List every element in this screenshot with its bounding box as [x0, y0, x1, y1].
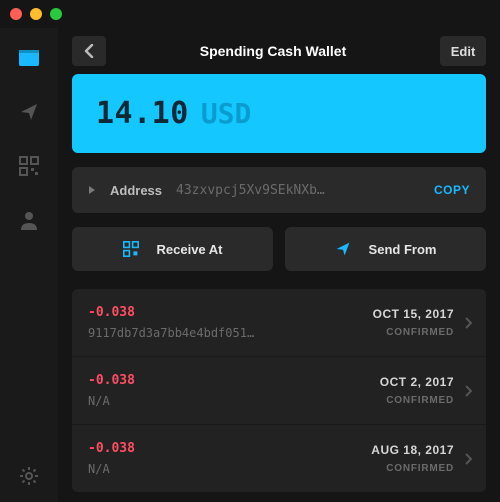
transaction-row[interactable]: -0.038 N/A OCT 2, 2017 CONFIRMED: [72, 357, 486, 425]
disclosure-icon: [88, 185, 96, 195]
window-close-button[interactable]: [10, 8, 22, 20]
sidebar-item-settings[interactable]: [17, 464, 41, 488]
tx-date: OCT 15, 2017: [373, 307, 454, 321]
tx-status: CONFIRMED: [380, 395, 454, 406]
sidebar: [0, 28, 58, 502]
back-button[interactable]: [72, 36, 106, 66]
window-minimize-button[interactable]: [30, 8, 42, 20]
receive-button[interactable]: Receive At: [72, 227, 273, 271]
chevron-right-icon: [464, 453, 472, 465]
address-row[interactable]: Address 43zxvpcj5Xv9SEkNXb… COPY: [72, 167, 486, 213]
balance-currency: USD: [201, 97, 252, 130]
transaction-list: -0.038 9117db7d3a7bb4e4bdf051… OCT 15, 2…: [72, 289, 486, 492]
chevron-right-icon: [464, 317, 472, 329]
tx-hash: N/A: [88, 462, 361, 476]
send-icon: [19, 102, 39, 122]
page-title: Spending Cash Wallet: [116, 43, 430, 59]
qr-icon: [123, 241, 139, 257]
edit-button[interactable]: Edit: [440, 36, 486, 66]
wallet-icon: [18, 49, 40, 67]
tx-status: CONFIRMED: [373, 327, 454, 338]
tx-date: OCT 2, 2017: [380, 375, 454, 389]
address-value: 43zxvpcj5Xv9SEkNXb…: [176, 183, 420, 198]
sidebar-item-send[interactable]: [17, 100, 41, 124]
window-titlebar: [0, 0, 500, 28]
sidebar-item-wallet[interactable]: [17, 46, 41, 70]
sidebar-item-qr[interactable]: [17, 154, 41, 178]
send-icon: [335, 241, 351, 257]
send-label: Send From: [369, 242, 437, 257]
gear-icon: [19, 466, 39, 486]
chevron-right-icon: [464, 385, 472, 397]
receive-label: Receive At: [157, 242, 223, 257]
balance-card: 14.10 USD: [72, 74, 486, 153]
copy-button[interactable]: COPY: [434, 183, 470, 197]
transaction-row[interactable]: -0.038 N/A AUG 18, 2017 CONFIRMED: [72, 425, 486, 492]
balance-amount: 14.10: [96, 96, 189, 131]
tx-hash: N/A: [88, 394, 370, 408]
window-fullscreen-button[interactable]: [50, 8, 62, 20]
tx-amount: -0.038: [88, 441, 361, 456]
transaction-row[interactable]: -0.038 9117db7d3a7bb4e4bdf051… OCT 15, 2…: [72, 289, 486, 357]
sidebar-item-contacts[interactable]: [17, 208, 41, 232]
address-label: Address: [110, 183, 162, 198]
tx-status: CONFIRMED: [371, 463, 454, 474]
user-icon: [19, 210, 39, 230]
chevron-left-icon: [84, 44, 94, 58]
page-header: Spending Cash Wallet Edit: [58, 28, 500, 74]
tx-amount: -0.038: [88, 305, 363, 320]
qr-icon: [19, 156, 39, 176]
send-button[interactable]: Send From: [285, 227, 486, 271]
tx-date: AUG 18, 2017: [371, 443, 454, 457]
tx-amount: -0.038: [88, 373, 370, 388]
tx-hash: 9117db7d3a7bb4e4bdf051…: [88, 326, 363, 340]
